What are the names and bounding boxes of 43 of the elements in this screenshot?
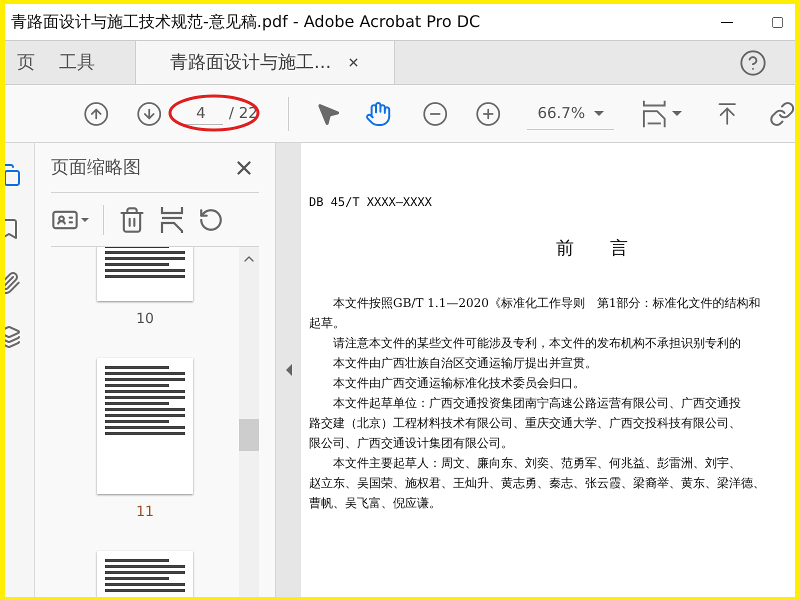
scrollbar-thumb[interactable] (239, 419, 259, 451)
next-page-icon[interactable] (136, 100, 163, 128)
text-line: 本文件按照GB/T 1.1—2020《标准化工作导则 第1部分：标准化文件的结构和 (333, 295, 762, 312)
panel-title: 页面缩略图 (51, 156, 141, 180)
caret-icon[interactable] (672, 111, 682, 116)
close-icon[interactable] (347, 56, 360, 69)
zoom-in-icon[interactable] (475, 100, 502, 128)
page-thumbnail[interactable] (97, 551, 193, 597)
help-icon[interactable] (739, 48, 767, 76)
hand-icon[interactable] (365, 100, 392, 128)
page-label: 10 (136, 310, 154, 329)
text-line: 路交建（北京）工程材料技术有限公司、重庆交通大学、广西交投科技有限公司、 (309, 415, 742, 432)
rotate-icon[interactable] (198, 206, 224, 232)
fit-page-icon[interactable] (642, 98, 666, 128)
text-line: 起草。 (309, 315, 346, 332)
previous-page-icon[interactable] (83, 100, 110, 128)
tab[interactable]: 工具 (47, 41, 107, 84)
tab[interactable]: 青路面设计与施工... (135, 41, 396, 84)
insert-page-icon[interactable] (160, 206, 184, 234)
text-line: 限公司、广西交通设计集团有限公司。 (309, 435, 514, 452)
zoom-dropdown[interactable]: 66.7% (527, 98, 614, 130)
zoom-out-icon[interactable] (422, 100, 448, 128)
text-line: 本文件主要起草人：周文、廉向东、刘奕、范勇军、何兆益、彭雷洲、刘宇、 (333, 455, 742, 472)
page-number-field[interactable]: 4 (178, 102, 223, 126)
caret-icon[interactable] (81, 218, 89, 222)
text-line: 本文件由广西交通运输标准化技术委员会归口。 (333, 375, 586, 392)
window-title: 青路面设计与施工技术规范-意见稿.pdf - Adobe Acrobat Pro DC (10, 11, 480, 33)
document-code: DB 45/T XXXX—XXXX (309, 194, 433, 211)
text-line: 赵立东、吴国荣、施权君、王灿升、黄志勇、秦志、张云霞、梁裔举、黄东、梁洋德、 (309, 475, 766, 492)
tab[interactable]: 页 (5, 41, 47, 84)
page-thumbnail[interactable] (97, 247, 193, 301)
caret-icon (594, 110, 604, 116)
trash-icon[interactable] (118, 206, 146, 234)
text-line: 曹帆、吴飞富、倪应谦。 (309, 495, 442, 512)
link-icon[interactable] (768, 100, 795, 128)
page-label: 11 (136, 503, 154, 522)
document-heading: 前 言 (556, 237, 628, 261)
text-line: 本文件由广西壮族自治区交通运输厅提出并宣贯。 (333, 355, 598, 372)
maximize-icon (770, 16, 784, 28)
text-line: 请注意本文件的某些文件可能涉及专利，本文件的发布机构不承担识别专利的 (333, 335, 742, 352)
scrollbar[interactable] (239, 247, 259, 597)
text-line: 本文件起草单位：广西交通投资集团南宁高速公路运营有限公司、广西交通投 (333, 395, 742, 412)
page-thumbnail[interactable] (97, 358, 193, 494)
